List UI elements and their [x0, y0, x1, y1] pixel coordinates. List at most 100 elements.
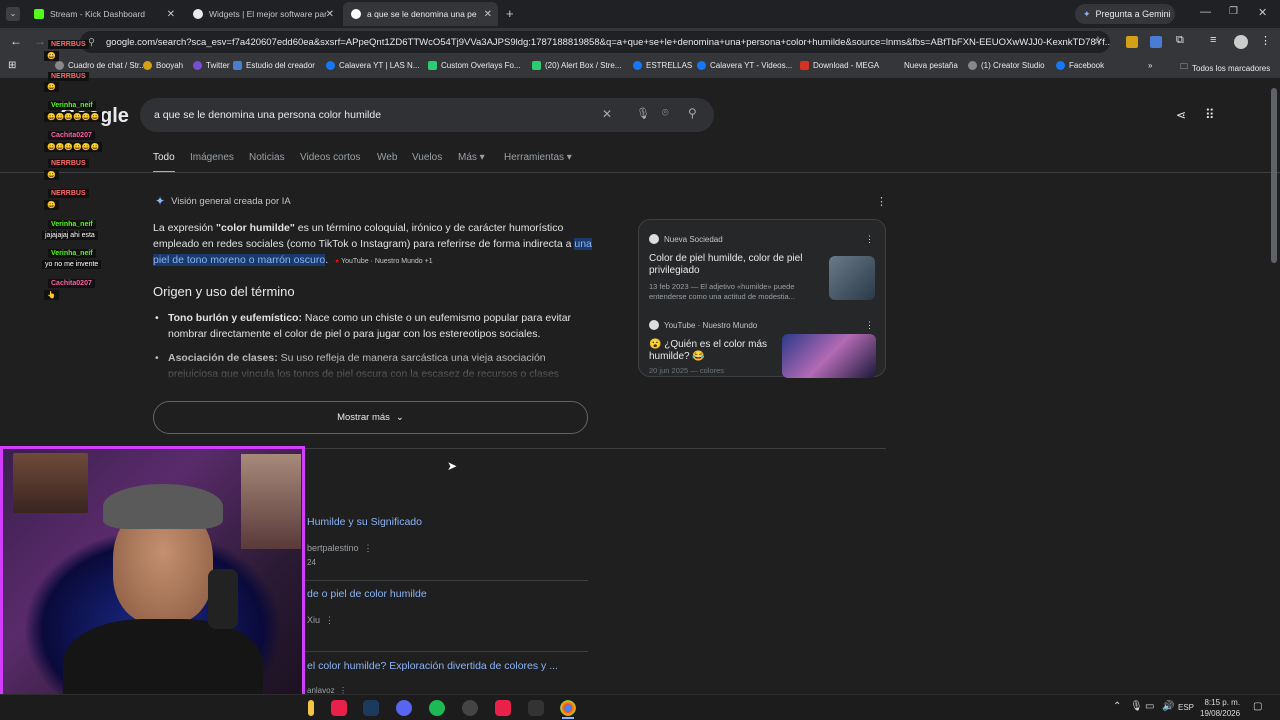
profile-avatar[interactable]	[1234, 35, 1248, 49]
tab-google-search[interactable]: a que se le denomina una persona ✕	[343, 2, 498, 26]
volume-icon[interactable]: 🔊	[1162, 701, 1174, 712]
lens-icon[interactable]: ⌾	[662, 107, 669, 120]
show-more-button[interactable]: Mostrar más ⌄	[153, 401, 588, 434]
bookmark-star-icon[interactable]: ☆	[1093, 34, 1103, 47]
discord-icon[interactable]	[396, 700, 412, 716]
tray-chevron-icon[interactable]: ⌃	[1113, 701, 1121, 712]
tab-search-icon[interactable]: ⌄	[6, 7, 20, 21]
chrome-icon[interactable]	[560, 700, 576, 716]
search-icon[interactable]: ⚲	[688, 106, 697, 120]
forward-icon[interactable]: →	[34, 34, 46, 48]
source-card[interactable]: Nueva Sociedad Color de piel humilde, co…	[649, 234, 879, 302]
bookmark-item[interactable]: Calavera YT | LAS N...	[326, 61, 419, 70]
source-cards-panel: Nueva Sociedad Color de piel humilde, co…	[638, 219, 886, 378]
tab-noticias[interactable]: Noticias	[249, 152, 285, 163]
address-bar[interactable]: ⚲ google.com/search?sca_esv=f7a420607edd…	[80, 31, 1110, 53]
result-title[interactable]: el color humilde? Exploración divertida …	[307, 660, 558, 672]
article-thumbnail	[829, 256, 875, 300]
tab-mas[interactable]: Más ▾	[458, 152, 485, 163]
more-bookmarks-icon[interactable]: »	[1148, 61, 1152, 70]
bookmark-item[interactable]: Twitter	[193, 61, 230, 70]
list-item: • Tono burlón y eufemístico: Nace como un…	[155, 312, 572, 340]
mic-icon[interactable]: 🎙	[636, 107, 650, 120]
new-tab-button[interactable]: +	[506, 6, 514, 21]
streamlabs-icon[interactable]	[495, 700, 511, 716]
tab-widgets[interactable]: Widgets | El mejor software par ✕	[185, 2, 340, 26]
minimize-button[interactable]: —	[1200, 6, 1211, 18]
clock[interactable]: 8:15 p. m. 19/08/2026	[1200, 697, 1240, 719]
clock-time: 8:15 p. m.	[1204, 698, 1241, 707]
grid-icon[interactable]	[528, 700, 544, 716]
tab-todo[interactable]: Todo	[153, 152, 175, 173]
apps-icon[interactable]: ⊞	[8, 60, 16, 71]
bookmark-item[interactable]: Facebook	[1056, 61, 1104, 70]
google-icon	[351, 9, 361, 19]
spotify-icon[interactable]	[429, 700, 445, 716]
tiktok-icon[interactable]	[331, 700, 347, 716]
back-icon[interactable]: ←	[10, 34, 22, 48]
search-query: a que se le denomina una persona color h…	[154, 109, 382, 121]
bookmark-item[interactable]: Estudio del creador	[233, 61, 315, 70]
chat-message: 😀	[44, 170, 59, 180]
result-title[interactable]: de o piel de color humilde	[307, 588, 427, 600]
gemini-button[interactable]: ✦ Pregunta a Gemini	[1075, 4, 1175, 24]
tab-web[interactable]: Web	[377, 152, 397, 163]
all-bookmarks-folder[interactable]: 🗀 Todos los marcadores	[1180, 61, 1270, 75]
bookmark-item[interactable]: Custom Overlays Fo...	[428, 61, 521, 70]
close-icon[interactable]: ✕	[484, 9, 492, 20]
microphone	[208, 569, 238, 629]
network-icon[interactable]: ▭	[1145, 701, 1154, 712]
chat-username: NERRBUS	[48, 159, 89, 168]
bookmark-item[interactable]: Download - MEGA	[800, 61, 879, 70]
translate-icon[interactable]	[1150, 36, 1162, 48]
share-icon[interactable]: ⋖	[1176, 108, 1186, 122]
section-title: Origen y uso del término	[153, 284, 295, 299]
tab-kick-dashboard[interactable]: Stream - Kick Dashboard ✕	[26, 2, 181, 26]
address-bar-row: ← → ⚲ google.com/search?sca_esv=f7a42060…	[0, 28, 1280, 56]
maximize-button[interactable]: ❐	[1229, 6, 1238, 17]
obs-icon[interactable]	[462, 700, 478, 716]
source-card[interactable]: YouTube · Nuestro Mundo 😮 ¿Quién es el c…	[649, 320, 879, 378]
bookmark-item[interactable]: Calavera YT - Videos...	[697, 61, 792, 70]
card-menu-icon[interactable]: ⋮	[865, 320, 874, 331]
mouse-cursor-icon: ➤	[447, 459, 458, 473]
language-indicator[interactable]: ESP	[1178, 703, 1194, 712]
result-title[interactable]: Humilde y su Significado	[307, 516, 422, 528]
extensions-puzzle-icon[interactable]: ⧉	[1176, 34, 1184, 47]
search-input[interactable]: a que se le denomina una persona color h…	[140, 98, 714, 132]
bookmark-item[interactable]: Cuadro de chat / Str...	[55, 61, 146, 70]
page-scrollbar[interactable]	[1271, 88, 1277, 263]
tab-videos-cortos[interactable]: Videos cortos	[300, 152, 360, 163]
media-icon[interactable]: ≡	[1210, 34, 1216, 46]
windows-taskbar: ⌃ 🎙 ▭ 🔊 ESP 8:15 p. m. 19/08/2026 ▢	[0, 694, 1280, 720]
source-chip[interactable]: ● YouTube · Nuestro Mundo +1	[335, 258, 433, 265]
tab-vuelos[interactable]: Vuelos	[412, 152, 442, 163]
bookmark-item[interactable]: Booyah	[143, 61, 183, 70]
tab-title: Widgets | El mejor software par	[209, 9, 327, 19]
result-meta: Xiu ⋮	[307, 615, 335, 625]
google-apps-icon[interactable]: ⠿	[1205, 107, 1215, 123]
steam-icon[interactable]	[363, 700, 379, 716]
close-window-button[interactable]: ✕	[1258, 6, 1267, 19]
tab-herramientas[interactable]: Herramientas ▾	[504, 152, 572, 163]
close-icon[interactable]: ✕	[326, 9, 334, 20]
chat-username: Cachita0207	[48, 131, 95, 140]
bookmark-item[interactable]: ESTRELLAS	[633, 61, 692, 70]
site-info-icon[interactable]: ⚲	[88, 37, 95, 48]
ai-overview-menu-icon[interactable]: ⋮	[876, 195, 887, 208]
menu-icon[interactable]: ⋮	[1260, 34, 1271, 47]
mic-tray-icon[interactable]: 🎙	[1130, 701, 1143, 712]
chat-username: Verinha_neif	[48, 249, 96, 258]
divider	[0, 172, 1280, 173]
tab-imagenes[interactable]: Imágenes	[190, 152, 234, 163]
card-menu-icon[interactable]: ⋮	[865, 234, 874, 245]
close-icon[interactable]: ✕	[167, 9, 175, 20]
bookmark-item[interactable]: (1) Creator Studio	[968, 61, 1045, 70]
extension-icon[interactable]	[1126, 36, 1138, 48]
notifications-icon[interactable]: ▢	[1253, 701, 1262, 712]
bookmark-item[interactable]: (20) Alert Box / Stre...	[532, 61, 621, 70]
clear-icon[interactable]: ✕	[602, 107, 612, 121]
bookmark-item[interactable]: Nueva pestaña	[904, 61, 958, 70]
app-icon[interactable]	[308, 700, 314, 716]
chat-message: 👆	[44, 290, 59, 300]
